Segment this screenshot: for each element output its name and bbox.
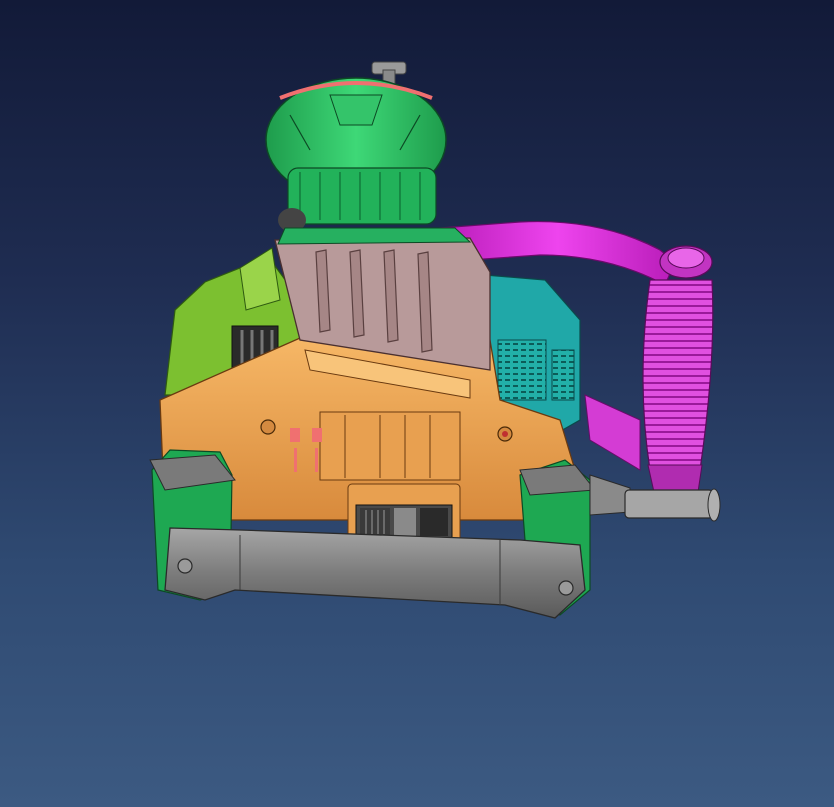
chuck-assembly[interactable]: [265, 61, 447, 232]
power-tool-3d-model[interactable]: [0, 0, 834, 807]
cad-viewport[interactable]: [0, 0, 834, 807]
